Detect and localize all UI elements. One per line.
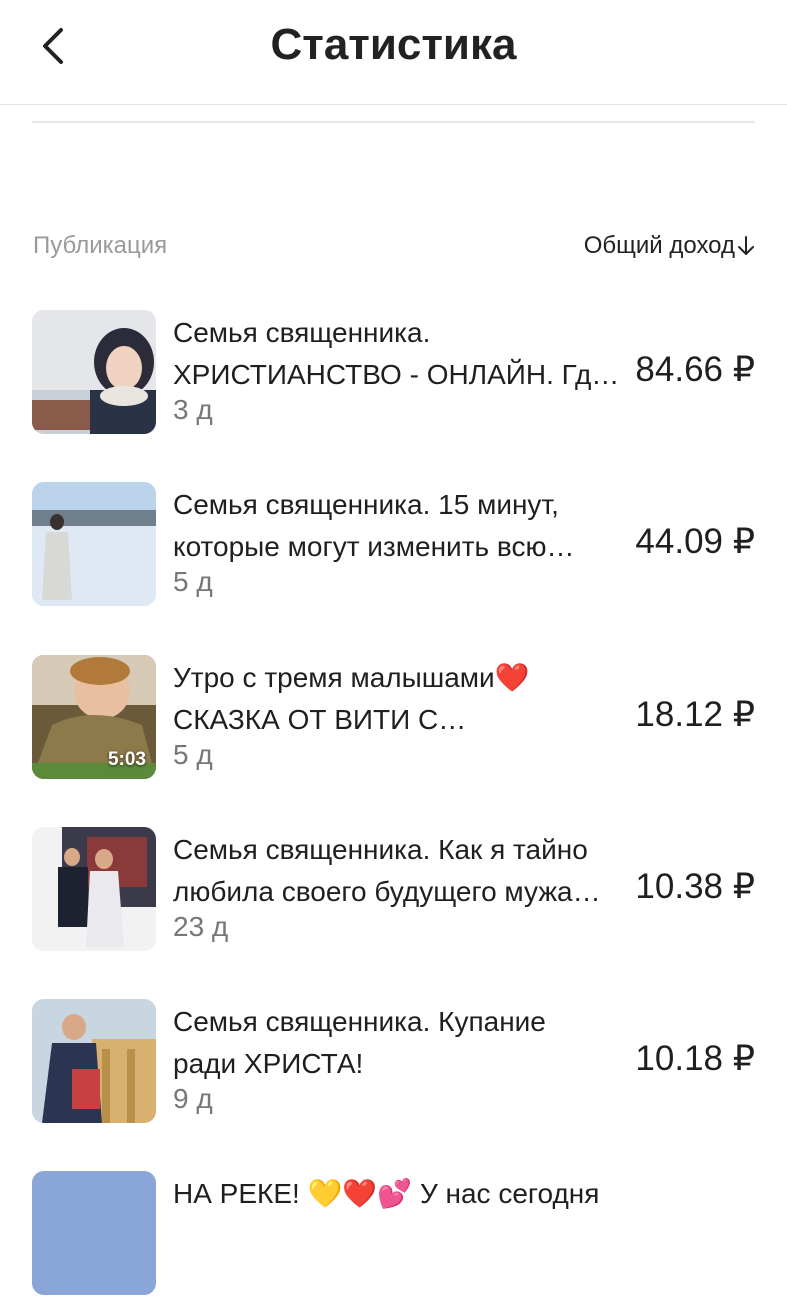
publication-age: 5 д [173,739,213,770]
publication-age: 23 д [173,911,229,942]
income-amount: 84.66 ₽ [635,350,755,389]
thumbnail [32,482,156,606]
publication-row[interactable]: Семья священника. Как я тайно любила сво… [0,827,787,957]
video-duration: 5:03 [107,749,146,770]
publication-row[interactable]: НА РЕКЕ! 💛❤️💕 У нас сегодня [0,1171,787,1301]
publication-row[interactable]: Семья священника. ХРИСТИАНСТВО - ОНЛАЙН.… [0,310,787,440]
thumbnail [32,1171,156,1295]
publication-title: Семья священника. Как я тайно любила сво… [173,834,601,907]
thumbnail [32,999,156,1123]
thumbnail [32,827,156,951]
income-amount: 10.38 ₽ [635,867,755,906]
publication-title: НА РЕКЕ! 💛❤️💕 У нас сегодня [173,1178,600,1209]
publication-title: Семья священника. Купание ради ХРИСТА! [173,1006,546,1079]
publication-age: 5 д [173,566,213,597]
publication-title: Утро с тремя малышами❤️ СКАЗКА ОТ ВИТИ С… [173,662,530,735]
publication-title: Семья священника. ХРИСТИАНСТВО - ОНЛАЙН.… [173,317,620,390]
thumbnail [32,310,156,434]
publication-row[interactable]: 5:03 Утро с тремя малышами❤️ СКАЗКА ОТ В… [0,655,787,785]
publication-row[interactable]: Семья священника. Купание ради ХРИСТА! 9… [0,999,787,1129]
arrow-down-icon [738,236,754,255]
top-bar: Статистика [0,0,787,105]
publication-column-header: Публикация [33,232,168,259]
income-amount: 18.12 ₽ [635,695,755,734]
sort-total-income-button[interactable]: Общий доход [584,232,755,260]
publication-row[interactable]: Семья священника. 15 минут, которые могу… [0,482,787,612]
divider [32,121,755,123]
income-amount: 44.09 ₽ [635,522,755,561]
page-title: Статистика [270,20,517,69]
video-thumbnail: 5:03 [32,655,156,779]
publication-title: Семья священника. 15 минут, которые могу… [173,489,575,562]
publication-age: 3 д [173,394,213,425]
income-amount: 10.18 ₽ [635,1039,755,1078]
publication-age: 9 д [173,1083,213,1114]
income-column-header: Общий доход [583,232,735,259]
